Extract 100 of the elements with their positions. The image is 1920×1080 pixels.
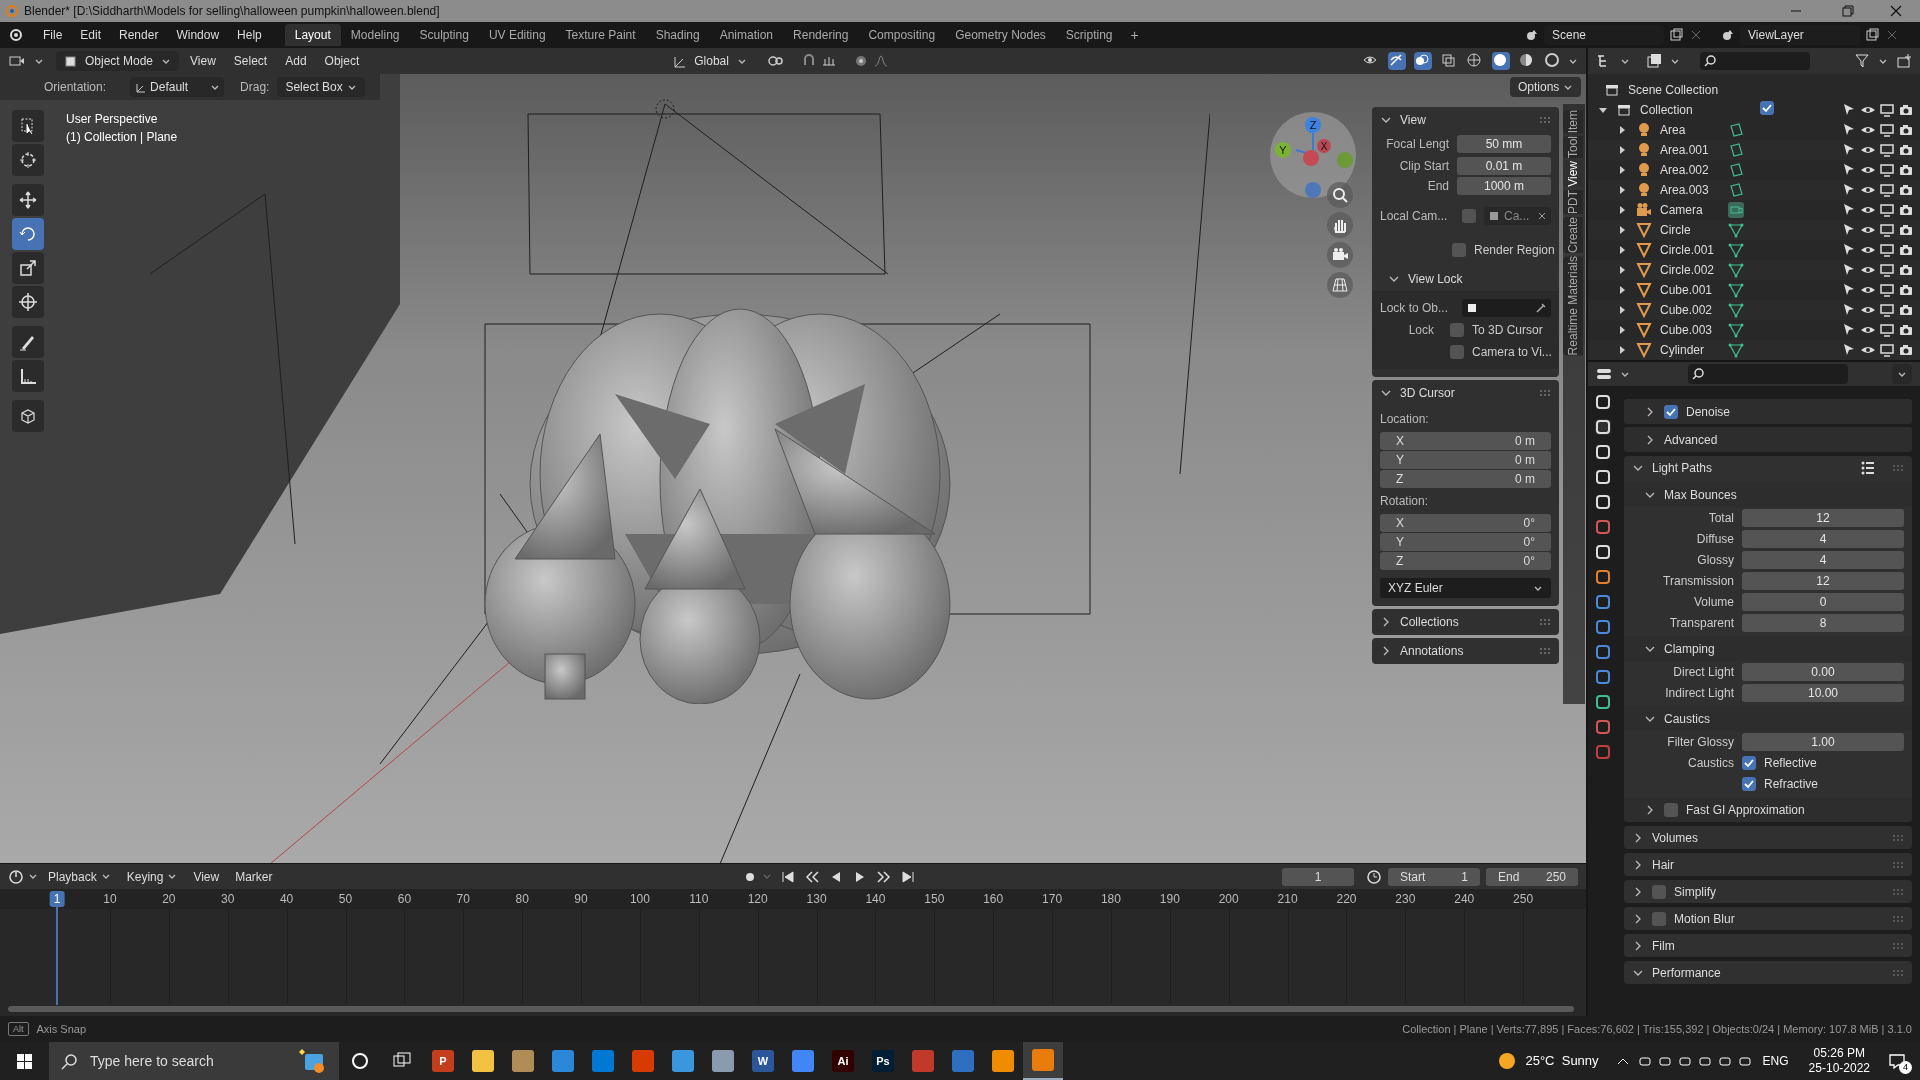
vector-field[interactable]: X 0 m bbox=[1380, 432, 1551, 450]
workspace-tab[interactable]: Scripting bbox=[1055, 24, 1123, 46]
mesh-data-icon[interactable] bbox=[1728, 242, 1744, 258]
menu-item[interactable]: View bbox=[187, 867, 226, 886]
mesh-data-icon[interactable] bbox=[1728, 262, 1744, 278]
menu-item[interactable]: Playback bbox=[42, 867, 117, 886]
camera-icon[interactable] bbox=[1898, 282, 1914, 298]
search-field[interactable] bbox=[1688, 364, 1848, 384]
number-field[interactable]: 50 mm bbox=[1457, 135, 1551, 153]
sidebar-tab[interactable]: Tool bbox=[1563, 136, 1583, 159]
checkbox[interactable] bbox=[1452, 243, 1466, 257]
camera-icon[interactable] bbox=[1898, 122, 1914, 138]
camera-icon[interactable] bbox=[1898, 342, 1914, 358]
panel-header[interactable]: Motion Blur bbox=[1674, 909, 1735, 928]
taskbar-app[interactable]: Ps bbox=[863, 1042, 903, 1080]
workspace-tab[interactable]: Texture Paint bbox=[555, 24, 646, 46]
outliner-item[interactable]: Area bbox=[1660, 121, 1720, 139]
timeline-area[interactable]: 1 10 20 30 40 50 60 70 80 90 100 110 120 130 140 150 160 170 180 190 200 210 220 230 240 250 bbox=[0, 889, 1586, 1016]
number-field[interactable]: 0.00 bbox=[1742, 663, 1904, 681]
blender-logo-icon[interactable] bbox=[8, 27, 24, 43]
monitor-icon[interactable] bbox=[1879, 302, 1895, 318]
current-frame-field[interactable]: 1 bbox=[1282, 867, 1354, 886]
outliner-item[interactable]: Area.001 bbox=[1660, 141, 1720, 159]
monitor-icon[interactable] bbox=[1879, 122, 1895, 138]
rendered-shading-icon[interactable] bbox=[1544, 52, 1562, 70]
monitor-icon[interactable] bbox=[1879, 202, 1895, 218]
camera-icon[interactable] bbox=[1898, 242, 1914, 258]
outliner-item[interactable]: Circle bbox=[1660, 221, 1720, 239]
grid-button[interactable] bbox=[1327, 272, 1353, 298]
solid-shading-icon[interactable] bbox=[1492, 52, 1510, 70]
clock-icon[interactable] bbox=[8, 868, 24, 885]
workspace-tab[interactable]: Layout bbox=[284, 24, 341, 46]
light-data-icon[interactable] bbox=[1728, 162, 1744, 178]
copy-icon[interactable] bbox=[1864, 27, 1880, 43]
eyedropper-icon[interactable] bbox=[1535, 302, 1547, 314]
presets-list-icon[interactable] bbox=[1860, 459, 1876, 476]
mesh-data-icon[interactable] bbox=[1728, 302, 1744, 318]
camera-icon[interactable] bbox=[1898, 182, 1914, 198]
workspace-tab[interactable]: Sculpting bbox=[409, 24, 479, 46]
transform-orientation-dropdown[interactable]: Global bbox=[664, 51, 755, 71]
properties-editor-icon[interactable] bbox=[1596, 366, 1612, 382]
monitor-icon[interactable] bbox=[1879, 142, 1895, 158]
overlay-toggle-icon[interactable] bbox=[1414, 52, 1432, 70]
drag-handle-icon[interactable] bbox=[1892, 968, 1904, 977]
sidebar-tab[interactable]: View bbox=[1563, 161, 1583, 188]
checkbox[interactable] bbox=[1652, 884, 1666, 899]
camera-data-icon[interactable] bbox=[1728, 202, 1744, 218]
mode-dropdown[interactable]: Object Mode bbox=[56, 51, 180, 71]
tool-button[interactable] bbox=[12, 360, 44, 392]
checkbox-label[interactable]: Reflective bbox=[1764, 754, 1817, 772]
monitor-icon[interactable] bbox=[1879, 342, 1895, 358]
panel-header[interactable]: Hair bbox=[1652, 855, 1674, 874]
outliner-item[interactable]: Cube.002 bbox=[1660, 301, 1720, 319]
jump-start-icon[interactable] bbox=[779, 868, 796, 885]
drag-handle-icon[interactable] bbox=[1892, 833, 1904, 842]
menu-item[interactable]: Add bbox=[278, 52, 314, 70]
drag-handle-icon[interactable] bbox=[1539, 389, 1551, 397]
playhead-frame-label[interactable]: 1 bbox=[49, 891, 65, 907]
outliner-item[interactable]: Collection bbox=[1640, 101, 1693, 119]
checkbox[interactable] bbox=[1450, 323, 1464, 337]
add-workspace-button[interactable]: + bbox=[1122, 24, 1147, 46]
taskbar-app[interactable]: W bbox=[743, 1042, 783, 1080]
workspace-tab[interactable]: Rendering bbox=[783, 24, 859, 46]
panel-header[interactable]: View bbox=[1400, 111, 1531, 129]
workspace-tab[interactable]: Modeling bbox=[340, 24, 410, 46]
monitor-icon[interactable] bbox=[1879, 282, 1895, 298]
tool-button[interactable] bbox=[12, 252, 44, 284]
vector-field[interactable]: Z 0 m bbox=[1380, 470, 1551, 488]
start-frame-field[interactable]: Start 1 bbox=[1388, 867, 1480, 886]
panel-header[interactable]: Volumes bbox=[1652, 828, 1699, 847]
camera-icon[interactable] bbox=[1898, 162, 1914, 178]
camera-icon[interactable] bbox=[1898, 302, 1914, 318]
workspace-tab[interactable]: Geometry Nodes bbox=[945, 24, 1056, 46]
camera-icon[interactable] bbox=[1898, 102, 1914, 118]
workspace-tab[interactable]: Shading bbox=[645, 24, 710, 46]
new-collection-icon[interactable] bbox=[1896, 53, 1912, 69]
menu-item[interactable]: Select bbox=[226, 52, 275, 70]
monitor-icon[interactable] bbox=[1879, 262, 1895, 278]
monitor-icon[interactable] bbox=[1879, 162, 1895, 178]
panel-header[interactable]: Performance bbox=[1652, 963, 1721, 982]
panel-header[interactable]: Light Paths bbox=[1652, 458, 1713, 477]
subpanel-header[interactable]: Caustics bbox=[1664, 709, 1710, 728]
camera-icon[interactable] bbox=[1898, 222, 1914, 238]
menu-item[interactable]: Help bbox=[230, 26, 269, 44]
hand-button[interactable] bbox=[1327, 212, 1353, 238]
tool-button[interactable] bbox=[12, 110, 44, 142]
subpanel-header[interactable]: Clamping bbox=[1664, 639, 1715, 658]
display-mode-icon[interactable] bbox=[1646, 53, 1662, 69]
checkbox[interactable] bbox=[1664, 802, 1678, 817]
menu-item[interactable]: Render bbox=[112, 26, 166, 44]
copy-icon[interactable] bbox=[1668, 27, 1684, 43]
menu-item[interactable]: Edit bbox=[73, 26, 109, 44]
vector-field[interactable]: Y 0 m bbox=[1380, 451, 1551, 469]
drag-handle-icon[interactable] bbox=[1892, 463, 1904, 472]
checkbox[interactable] bbox=[1450, 345, 1464, 359]
number-field[interactable]: 4 bbox=[1742, 551, 1904, 569]
orientation-dropdown[interactable]: Default bbox=[130, 77, 225, 97]
camera-button[interactable] bbox=[1327, 242, 1353, 268]
checkbox-label[interactable]: Refractive bbox=[1764, 775, 1819, 793]
jump-end-icon[interactable] bbox=[899, 868, 916, 885]
